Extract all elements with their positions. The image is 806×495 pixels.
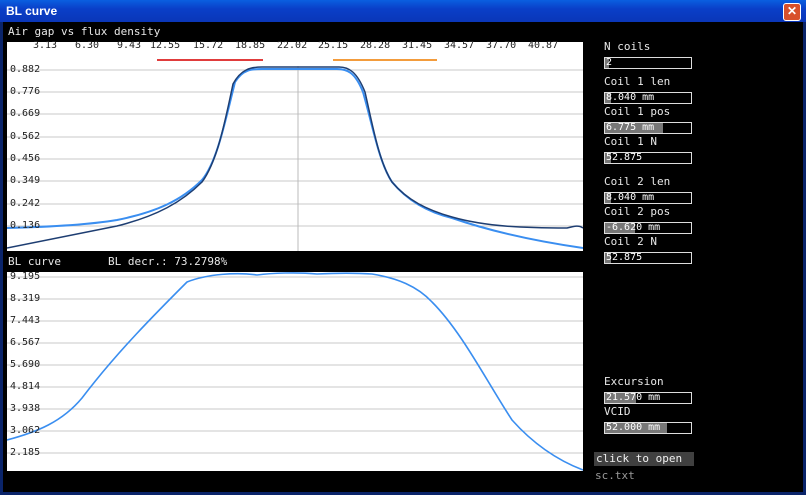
bl-plot-label: BL curve (8, 255, 61, 268)
y-tick-label: 0.242 (10, 198, 41, 209)
close-button[interactable]: ✕ (783, 3, 801, 21)
x-tick-label: 18.85 (235, 40, 266, 51)
title-bar[interactable]: BL curve ✕ (0, 0, 806, 22)
bl-curve-plot: 9.195 8.319 7.443 6.567 5.690 4.814 3.93… (7, 271, 583, 471)
coil2-n-slider[interactable]: 52.875 (604, 252, 692, 264)
x-tick-label: 25.15 (318, 40, 349, 51)
x-tick-label: 9.43 (117, 40, 142, 51)
client-area: Air gap vs flux density 3.13 6.30 9.43 1… (3, 22, 803, 492)
coil2-pos-slider[interactable]: -6.620 mm (604, 222, 692, 234)
coil1-pos-label: Coil 1 pos (604, 105, 671, 118)
coil2-len-slider[interactable]: 8.040 mm (604, 192, 692, 204)
x-tick-label: 12.55 (150, 40, 181, 51)
y-tick-label: 0.349 (10, 175, 41, 186)
flux-density-plot: 3.13 6.30 9.43 12.55 15.72 18.85 22.02 2… (7, 40, 583, 251)
x-tick-label: 40.87 (528, 40, 559, 51)
excursion-slider[interactable]: 21.570 mm (604, 392, 692, 404)
y-tick-label: 0.776 (10, 86, 41, 97)
y-tick-label: 2.185 (10, 447, 41, 458)
coil1-n-slider[interactable]: 52.875 (604, 152, 692, 164)
y-tick-label: 0.562 (10, 131, 41, 142)
y-tick-label: 0.456 (10, 153, 41, 164)
bl-curve-window: BL curve ✕ Air gap vs flux density 3.13 … (0, 0, 806, 495)
x-tick-label: 28.28 (360, 40, 391, 51)
n-coils-label: N coils (604, 40, 651, 53)
coil2-pos-label: Coil 2 pos (604, 205, 671, 218)
y-tick-label: 3.062 (10, 425, 41, 436)
y-tick-label: 0.669 (10, 108, 41, 119)
n-coils-slider[interactable]: 2 (604, 57, 692, 69)
y-tick-label: 0.882 (10, 64, 41, 75)
excursion-label: Excursion (604, 375, 664, 388)
bl-curve (7, 272, 583, 471)
x-tick-label: 31.45 (402, 40, 433, 51)
x-tick-label: 15.72 (193, 40, 224, 51)
coil2-n-label: Coil 2 N (604, 235, 657, 248)
x-tick-label: 34.57 (444, 40, 475, 51)
vcid-slider[interactable]: 52.000 mm (604, 422, 692, 434)
coil1-pos-slider[interactable]: 6.775 mm (604, 122, 692, 134)
window-title: BL curve (6, 4, 58, 18)
coil1-n-label: Coil 1 N (604, 135, 657, 148)
y-tick-label: 4.814 (10, 381, 41, 392)
x-tick-label: 3.13 (33, 40, 58, 51)
x-tick-label: 22.02 (277, 40, 308, 51)
coil2-len-label: Coil 2 len (604, 175, 671, 188)
y-tick-label: 8.319 (10, 293, 41, 304)
x-tick-label: 37.70 (486, 40, 517, 51)
y-tick-label: 5.690 (10, 359, 41, 370)
y-tick-label: 3.938 (10, 403, 41, 414)
y-tick-label: 9.195 (10, 271, 41, 282)
x-tick-label: 6.30 (75, 40, 100, 51)
file-name: sc.txt (595, 469, 635, 482)
coil1-len-slider[interactable]: 8.040 mm (604, 92, 692, 104)
top-plot-label: Air gap vs flux density (8, 25, 161, 38)
y-tick-label: 7.443 (10, 315, 41, 326)
measured-flux-curve (7, 66, 583, 249)
y-tick-label: 0.136 (10, 220, 41, 231)
y-tick-label: 6.567 (10, 337, 41, 348)
coil1-len-label: Coil 1 len (604, 75, 671, 88)
open-file-button[interactable]: click to open (594, 452, 694, 466)
vcid-label: VCID (604, 405, 631, 418)
bl-decrease-readout: BL decr.: 73.2798% (108, 255, 228, 268)
